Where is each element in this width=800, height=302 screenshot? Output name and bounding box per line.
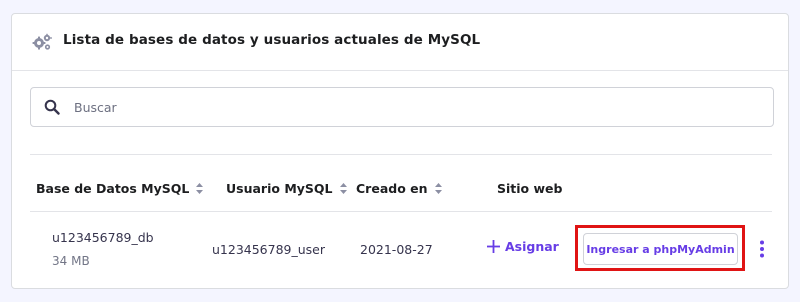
search-input[interactable] xyxy=(74,96,754,118)
column-header-website: Sitio web xyxy=(497,181,562,196)
database-list-card: Lista de bases de datos y usuarios actua… xyxy=(11,13,789,289)
assign-label: Asignar xyxy=(505,239,559,254)
card-title: Lista de bases de datos y usuarios actua… xyxy=(63,32,481,48)
plus-icon xyxy=(487,240,500,253)
assign-website-link[interactable]: Asignar xyxy=(487,239,559,254)
sort-icon xyxy=(196,183,204,194)
gears-icon xyxy=(32,33,52,50)
database-user: u123456789_user xyxy=(212,242,326,257)
phpmyadmin-button[interactable]: Ingresar a phpMyAdmin xyxy=(583,233,738,265)
column-header-label: Creado en xyxy=(356,181,428,196)
search-box[interactable] xyxy=(30,87,774,127)
more-options-icon[interactable] xyxy=(757,240,767,258)
database-size: 34 MB xyxy=(52,254,90,268)
column-header-label: Usuario MySQL xyxy=(226,181,333,196)
sort-icon xyxy=(434,183,442,194)
column-header-label: Sitio web xyxy=(497,181,563,196)
search-icon xyxy=(44,99,60,115)
card-header: Lista de bases de datos y usuarios actua… xyxy=(12,14,788,71)
sort-icon xyxy=(339,183,347,194)
column-header-created[interactable]: Creado en xyxy=(356,181,442,196)
created-date: 2021-08-27 xyxy=(360,242,433,257)
divider xyxy=(30,154,772,155)
column-header-label: Base de Datos MySQL xyxy=(36,181,190,196)
column-header-user[interactable]: Usuario MySQL xyxy=(226,181,347,196)
divider xyxy=(30,211,772,212)
database-name: u123456789_db xyxy=(52,230,154,245)
column-header-database[interactable]: Base de Datos MySQL xyxy=(36,181,204,196)
